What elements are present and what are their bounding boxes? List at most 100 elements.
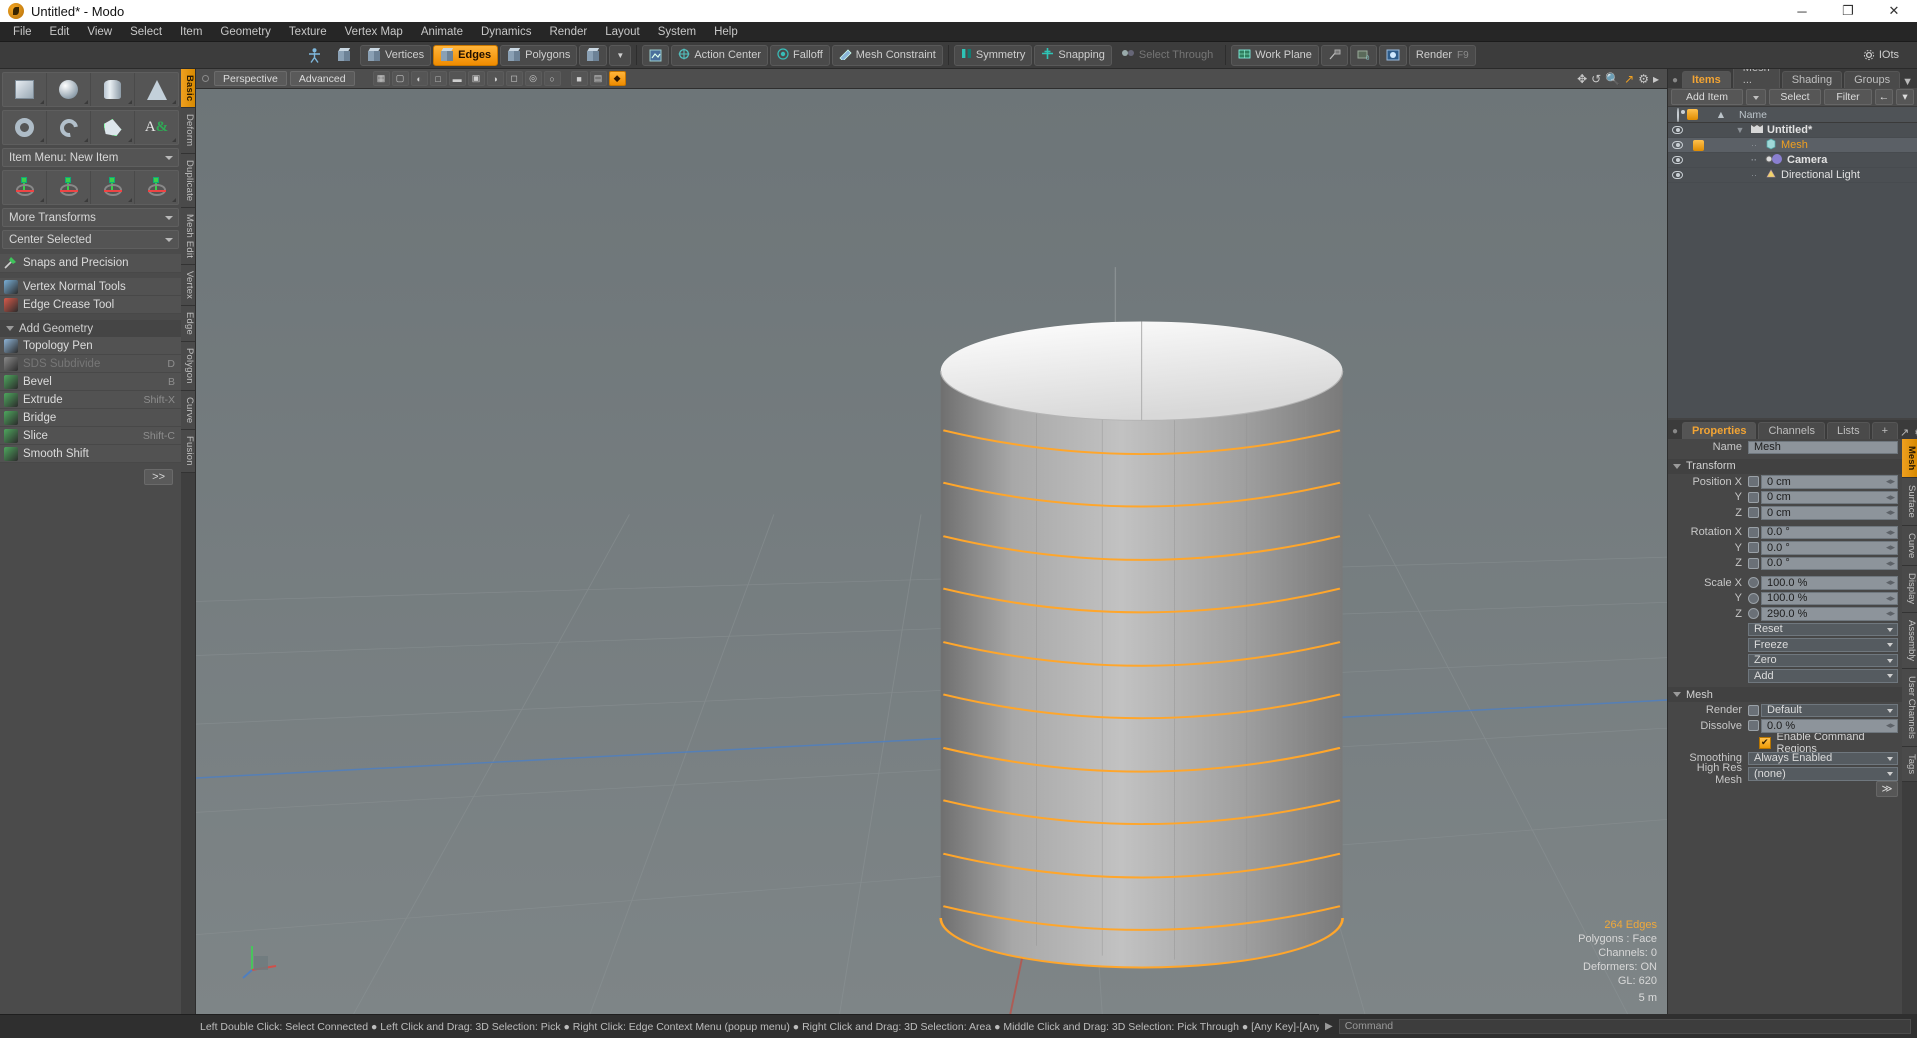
tree-expander-icon[interactable]: ··: [1747, 140, 1761, 150]
transform-knob[interactable]: [1748, 577, 1759, 588]
snapping-button[interactable]: Snapping: [1034, 45, 1112, 66]
more-transforms-dropdown[interactable]: More Transforms: [2, 208, 179, 227]
tool-smooth-shift[interactable]: Smooth Shift: [0, 445, 181, 463]
tree-row-camera[interactable]: ··Camera: [1668, 153, 1917, 168]
transform-knob[interactable]: [1748, 492, 1759, 503]
filter-funnel-icon[interactable]: ▾: [1896, 89, 1914, 105]
menu-help[interactable]: Help: [705, 22, 747, 42]
texture-toggle-icon[interactable]: ▬: [449, 71, 466, 86]
tab-channels[interactable]: Channels: [1758, 422, 1824, 439]
sphere-primitive[interactable]: [47, 73, 91, 106]
tree-row-directional-light[interactable]: ··Directional Light: [1668, 168, 1917, 183]
active-view-icon[interactable]: ◆: [609, 71, 626, 86]
right-vtab-assembly[interactable]: Assembly: [1902, 613, 1917, 669]
fit-icon[interactable]: ↗: [1624, 72, 1634, 86]
tool-edge-crease-tool[interactable]: Edge Crease Tool: [0, 296, 181, 314]
tool-bevel[interactable]: BevelB: [0, 373, 181, 391]
name-input[interactable]: Mesh: [1748, 441, 1898, 455]
left-vtab-fusion[interactable]: Fusion: [181, 430, 195, 473]
add-item-button[interactable]: Add Item: [1671, 89, 1743, 105]
right-vtab-tags[interactable]: Tags: [1902, 747, 1917, 782]
viewport-menu-icon[interactable]: [202, 75, 209, 82]
left-vtab-vertex[interactable]: Vertex: [181, 265, 195, 306]
transform-input[interactable]: 0 cm◂▸: [1761, 506, 1898, 520]
render-preview-icon[interactable]: [1379, 45, 1407, 66]
item-mode-icon[interactable]: [330, 45, 358, 66]
tree-row-mesh[interactable]: ··Mesh: [1668, 138, 1917, 153]
tab-overflow-icon[interactable]: ▼: [1902, 76, 1913, 88]
tool-slice[interactable]: SliceShift-C: [0, 427, 181, 445]
mode-dropdown[interactable]: ▼: [609, 45, 631, 66]
camera-toggle-icon[interactable]: ▢: [392, 71, 409, 86]
smoothing-dropdown[interactable]: Always Enabled: [1748, 752, 1898, 766]
menu-system[interactable]: System: [649, 22, 705, 42]
stepper-arrows-icon[interactable]: ◂▸: [1886, 507, 1895, 518]
tree-expander-icon[interactable]: ··: [1747, 170, 1761, 180]
left-vtab-deform[interactable]: Deform: [181, 108, 195, 153]
shading-mode-dropdown[interactable]: Advanced: [290, 71, 355, 86]
left-vtab-basic[interactable]: Basic: [181, 69, 195, 108]
lock-toggle-icon[interactable]: [1687, 140, 1709, 151]
left-vtab-duplicate[interactable]: Duplicate: [181, 154, 195, 208]
select-through-button[interactable]: Select Through: [1114, 45, 1220, 66]
snapshot-icon[interactable]: ■: [571, 71, 588, 86]
cylinder-primitive[interactable]: [91, 73, 135, 106]
left-vtab-curve[interactable]: Curve: [181, 391, 195, 430]
transform-input[interactable]: 100.0 %◂▸: [1761, 576, 1898, 590]
view-mode-dropdown[interactable]: Perspective: [214, 71, 287, 86]
tool-topology-pen[interactable]: Topology Pen: [0, 337, 181, 355]
command-expand-icon[interactable]: ▶: [1325, 1021, 1333, 1032]
visibility-toggle-icon[interactable]: [1668, 156, 1687, 164]
mesh-constraint-button[interactable]: Mesh Constraint: [832, 45, 943, 66]
more-options-button[interactable]: ≫: [1876, 781, 1898, 797]
visibility-toggle-icon[interactable]: [1668, 141, 1687, 149]
transform-input[interactable]: 0 cm◂▸: [1761, 491, 1898, 505]
right-vtab-mesh[interactable]: Mesh: [1902, 439, 1917, 478]
collapse-icon[interactable]: ←: [1875, 89, 1893, 105]
mode-vertices[interactable]: Vertices: [360, 45, 431, 66]
layout-icon[interactable]: ▤: [590, 71, 607, 86]
menu-animate[interactable]: Animate: [412, 22, 472, 42]
properties-menu-icon[interactable]: ●: [1672, 426, 1682, 439]
add-item-dropdown[interactable]: [1746, 89, 1766, 105]
figure-icon[interactable]: [301, 45, 328, 66]
transform-knob[interactable]: [1748, 558, 1759, 569]
select-button[interactable]: Select: [1769, 89, 1821, 105]
tab-groups[interactable]: Groups: [1844, 71, 1900, 88]
close-button[interactable]: ✕: [1871, 0, 1917, 22]
overlay-toggle-icon[interactable]: ◻: [506, 71, 523, 86]
transform-action-dropdown[interactable]: Freeze: [1748, 638, 1898, 652]
transform-knob[interactable]: [1748, 593, 1759, 604]
tree-expander-icon[interactable]: ··: [1747, 155, 1761, 165]
transform-input[interactable]: 0.0 °◂▸: [1761, 541, 1898, 555]
add-geometry-section[interactable]: Add Geometry: [0, 320, 181, 337]
minimize-button[interactable]: ─: [1779, 0, 1825, 22]
light-toggle-icon[interactable]: ◐: [411, 71, 428, 86]
wp-align-icon[interactable]: [1321, 45, 1348, 66]
render-knob[interactable]: [1748, 705, 1759, 716]
tab-shading[interactable]: Shading: [1782, 71, 1842, 88]
panel-menu-icon[interactable]: ●: [1672, 75, 1682, 88]
menu-select[interactable]: Select: [121, 22, 171, 42]
dissolve-input[interactable]: 0.0 % ◂▸: [1761, 719, 1898, 733]
transform-input[interactable]: 290.0 %◂▸: [1761, 607, 1898, 621]
transform-action-dropdown[interactable]: Reset: [1748, 623, 1898, 637]
stepper-arrows-icon[interactable]: ◂▸: [1886, 542, 1895, 553]
left-vtab-polygon[interactable]: Polygon: [181, 342, 195, 391]
viewport-settings-icon[interactable]: ⚙: [1638, 72, 1649, 86]
shadow-toggle-icon[interactable]: ◑: [487, 71, 504, 86]
tree-expander-icon[interactable]: ▼: [1733, 125, 1747, 135]
transform-input[interactable]: 0.0 °◂▸: [1761, 526, 1898, 540]
left-vtab-mesh-edit[interactable]: Mesh Edit: [181, 208, 195, 265]
cone-primitive[interactable]: [135, 73, 178, 106]
wireframe-toggle-icon[interactable]: ▣: [468, 71, 485, 86]
stepper-arrows-icon[interactable]: ◂▸: [1886, 476, 1895, 487]
viewport-3d[interactable]: 264 Edges Polygons : Face Channels: 0 De…: [196, 89, 1667, 1014]
tab-properties[interactable]: Properties: [1682, 422, 1756, 439]
torus-primitive[interactable]: [3, 111, 47, 144]
rotate-tool[interactable]: [91, 171, 135, 204]
menu-file[interactable]: File: [4, 22, 41, 42]
transform-knob[interactable]: [1748, 507, 1759, 518]
transform-knob[interactable]: [1748, 527, 1759, 538]
right-vtab-display[interactable]: Display: [1902, 566, 1917, 612]
